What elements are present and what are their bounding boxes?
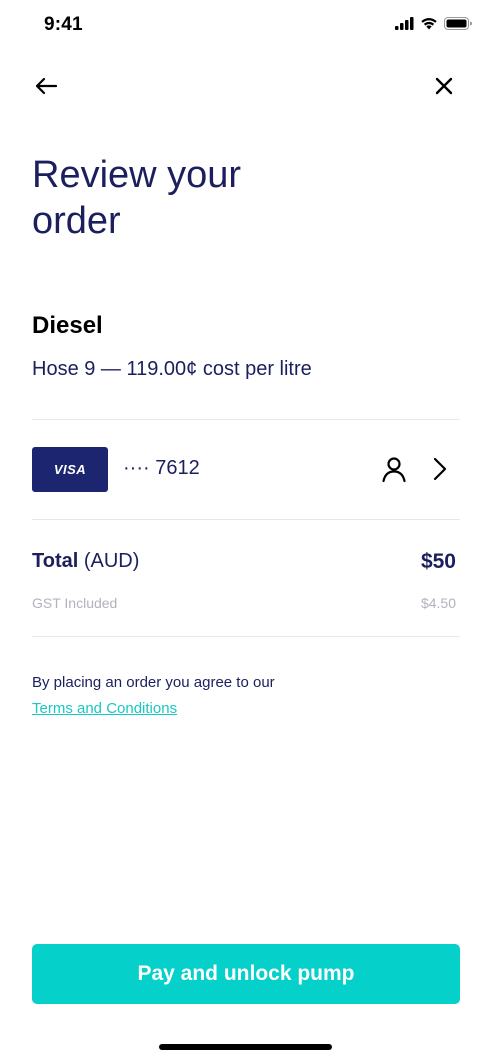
total-label: Total (AUD) bbox=[32, 550, 139, 573]
wifi-icon bbox=[421, 18, 437, 30]
page-title-line-1: Review your bbox=[32, 154, 242, 196]
back-button[interactable] bbox=[32, 72, 60, 100]
fuel-name: Diesel bbox=[32, 312, 103, 339]
total-amount: $50 bbox=[420, 550, 456, 573]
total-currency: (AUD) bbox=[83, 550, 140, 572]
card-brand-label: VISA bbox=[53, 462, 87, 477]
nav-bar bbox=[0, 64, 492, 108]
status-bar: 9:41 bbox=[0, 0, 492, 52]
terms-and-conditions-link[interactable]: Terms and Conditions bbox=[32, 700, 177, 717]
home-indicator bbox=[159, 1044, 332, 1050]
fuel-detail: Hose 9 — 119.00¢ cost per litre bbox=[32, 358, 312, 380]
status-time: 9:41 bbox=[44, 14, 83, 35]
arrow-left-icon bbox=[35, 77, 58, 95]
gst-amount: $4.50 bbox=[420, 595, 456, 611]
user-icon[interactable] bbox=[380, 455, 408, 483]
close-icon bbox=[435, 77, 453, 95]
divider bbox=[32, 636, 460, 637]
divider bbox=[32, 419, 460, 420]
pay-and-unlock-pump-button[interactable]: Pay and unlock pump bbox=[32, 944, 460, 1004]
divider bbox=[32, 519, 460, 520]
payment-method-row[interactable]: VISA ···· 7612 bbox=[32, 440, 460, 498]
gst-label: GST Included bbox=[32, 595, 118, 611]
status-icons bbox=[395, 17, 472, 30]
cellular-signal-icon bbox=[395, 17, 414, 30]
card-number: ···· 7612 bbox=[123, 457, 200, 479]
page-title: Review your order bbox=[32, 152, 392, 244]
battery-icon bbox=[444, 17, 472, 30]
chevron-right-icon[interactable] bbox=[430, 457, 450, 481]
page-title-line-2: order bbox=[32, 200, 121, 242]
close-button[interactable] bbox=[430, 72, 458, 100]
total-label-text: Total bbox=[32, 550, 79, 572]
agreement-text: By placing an order you agree to our bbox=[32, 674, 275, 691]
visa-card-logo: VISA bbox=[32, 447, 108, 492]
